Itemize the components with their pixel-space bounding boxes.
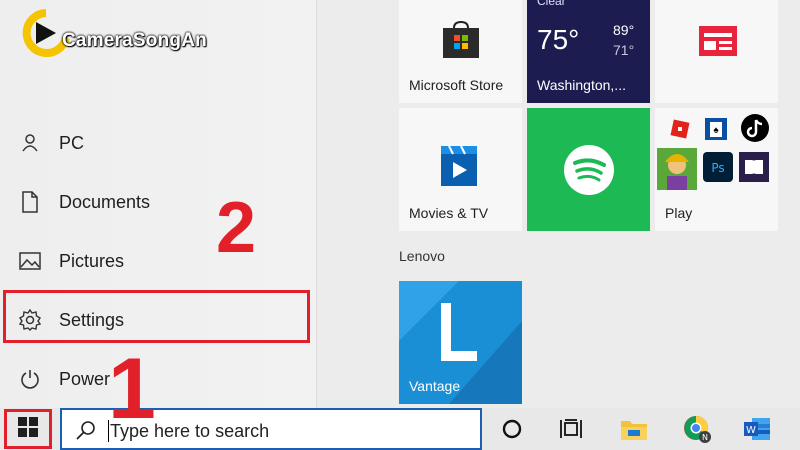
task-view-icon[interactable] <box>556 414 586 444</box>
group-label-lenovo: Lenovo <box>399 248 445 264</box>
microsoft-store-icon <box>439 20 483 65</box>
logo-text: CameraSongAn <box>62 30 207 51</box>
dolby-access-icon <box>739 152 769 182</box>
weather-low: 71° <box>613 42 635 58</box>
tile-weather[interactable]: Clear 75° 89° 71° Washington,... <box>527 0 650 103</box>
picture-icon <box>18 249 42 273</box>
logo: CameraSongAn <box>22 8 222 58</box>
nav-item-pictures[interactable]: Pictures <box>0 232 316 290</box>
nav-item-documents[interactable]: Documents <box>0 173 316 231</box>
start-button[interactable] <box>4 409 52 449</box>
spotify-icon <box>563 144 615 201</box>
tile-label-vantage: Vantage <box>409 378 461 394</box>
tile-label-movies-tv: Movies & TV <box>409 205 489 221</box>
nav-label-pc: PC <box>59 132 85 153</box>
weather-condition: Clear <box>537 0 566 8</box>
word-icon[interactable]: W <box>742 414 772 444</box>
step-number-2: 2 <box>216 188 257 268</box>
nav-item-pc[interactable]: PC <box>0 114 316 172</box>
start-menu-left-panel: CameraSongAn PC Documents Pictures Setti… <box>0 0 317 408</box>
tile-label-microsoft-store: Microsoft Store <box>409 77 504 93</box>
weather-high: 89° <box>613 22 635 38</box>
document-icon <box>18 190 42 214</box>
svg-text:♠: ♠ <box>713 125 719 136</box>
nav-label-pictures: Pictures <box>59 250 125 271</box>
tile-lenovo-vantage[interactable]: Vantage <box>399 281 522 404</box>
news-icon <box>697 24 739 63</box>
game-character-icon <box>657 148 697 190</box>
tile-movies-tv[interactable]: Movies & TV <box>399 108 522 231</box>
file-explorer-icon[interactable] <box>619 414 649 444</box>
power-icon <box>18 367 42 391</box>
weather-location: Washington,... <box>537 77 626 93</box>
step-number-1: 1 <box>108 341 156 437</box>
chrome-icon[interactable]: N <box>682 414 712 444</box>
tile-label-play: Play <box>665 205 693 221</box>
tile-play-folder[interactable]: ♠ Ps Play <box>655 108 778 231</box>
movies-tv-icon <box>439 144 481 193</box>
svg-text:Ps: Ps <box>711 161 724 175</box>
cortana-icon[interactable] <box>497 414 527 444</box>
weather-temp: 75° <box>537 24 580 55</box>
tile-microsoft-store[interactable]: Microsoft Store <box>399 0 522 103</box>
search-icon <box>76 420 96 445</box>
tiktok-icon <box>739 112 771 144</box>
roblox-icon <box>665 114 695 144</box>
settings-highlight-box <box>3 290 310 343</box>
tile-news[interactable] <box>655 0 778 103</box>
user-icon <box>18 131 42 155</box>
photoshop-express-icon: Ps <box>703 152 733 182</box>
solitaire-icon: ♠ <box>701 114 731 144</box>
tile-spotify[interactable] <box>527 108 650 231</box>
nav-item-power[interactable]: Power <box>0 350 316 408</box>
windows-logo-icon <box>18 416 38 442</box>
nav-label-documents: Documents <box>59 191 151 212</box>
nav-label-power: Power <box>59 368 111 389</box>
svg-text:W: W <box>746 425 756 436</box>
svg-text:N: N <box>702 433 708 442</box>
